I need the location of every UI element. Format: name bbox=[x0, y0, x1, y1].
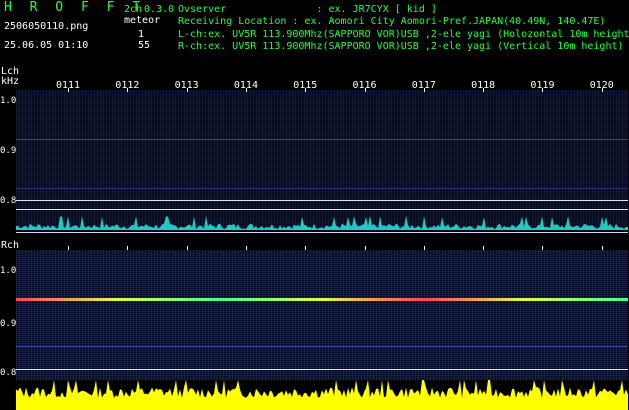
time-tick-mark bbox=[186, 88, 188, 92]
lch-tick-0-9: 0.9 bbox=[0, 146, 17, 156]
rch-info-line: R-ch:ex. UV5R 113.900Mhz(SAPPORO VOR)USB… bbox=[178, 41, 624, 52]
meteor-label: meteor bbox=[124, 15, 161, 26]
time-tick-mark bbox=[423, 246, 425, 250]
filename: 2506050110.png bbox=[4, 21, 89, 32]
time-tick-mark bbox=[423, 88, 425, 92]
time-tick-mark bbox=[127, 246, 129, 250]
time-tick-mark bbox=[483, 88, 485, 92]
rch-tick-1-0: 1.0 bbox=[0, 266, 17, 276]
time-tick-mark bbox=[68, 246, 69, 250]
time-tick-mark bbox=[305, 88, 307, 92]
lch-tick-1-0: 1.0 bbox=[0, 96, 17, 106]
time-tick-mark bbox=[68, 88, 69, 92]
lch-waterfall bbox=[16, 90, 628, 230]
location-line: Receiving Location : ex. Aomori City Aom… bbox=[178, 16, 606, 27]
lch-tick-0-8: 0.8 bbox=[0, 196, 17, 206]
time-tick-mark bbox=[483, 246, 485, 250]
meteor-count-rch: 55 bbox=[138, 40, 151, 51]
rch-waterfall bbox=[16, 250, 628, 380]
lch-unit: kHz bbox=[1, 76, 20, 87]
lch-amplitude-trace bbox=[16, 215, 628, 230]
time-tick-mark bbox=[542, 246, 544, 250]
time-tick-mark bbox=[305, 246, 307, 250]
meteor-count-lch: 1 bbox=[138, 29, 145, 40]
version-label: 0.3.0 bbox=[144, 4, 175, 15]
lch-info-line: L-ch:ex. UV5R 113.900Mhz(SAPPORO VOR)USB… bbox=[178, 29, 629, 40]
channel-separator bbox=[16, 232, 628, 233]
datetime: 25.06.05 01:10 bbox=[4, 40, 89, 51]
time-tick-mark bbox=[364, 88, 366, 92]
time-tick-mark bbox=[245, 246, 247, 250]
rch-amplitude-trace bbox=[16, 380, 628, 410]
time-tick-mark bbox=[542, 88, 544, 92]
time-tick-mark bbox=[245, 88, 247, 92]
time-tick-mark bbox=[364, 246, 366, 250]
rch-tick-0-9: 0.9 bbox=[0, 319, 17, 329]
time-tick-mark bbox=[186, 246, 188, 250]
channels-label: 2ch bbox=[124, 4, 143, 15]
time-tick-mark bbox=[601, 246, 603, 250]
observer-line: Ovserver : ex. JR7CYX [ kid ] bbox=[178, 4, 437, 15]
hrofft-window: H R O F F T 2ch 0.3.0 2506050110.png met… bbox=[0, 0, 629, 410]
rch-tick-0-8: 0.8 bbox=[0, 368, 17, 378]
time-tick-mark bbox=[601, 88, 603, 92]
carrier-trace bbox=[16, 298, 628, 301]
time-tick-mark bbox=[127, 88, 129, 92]
